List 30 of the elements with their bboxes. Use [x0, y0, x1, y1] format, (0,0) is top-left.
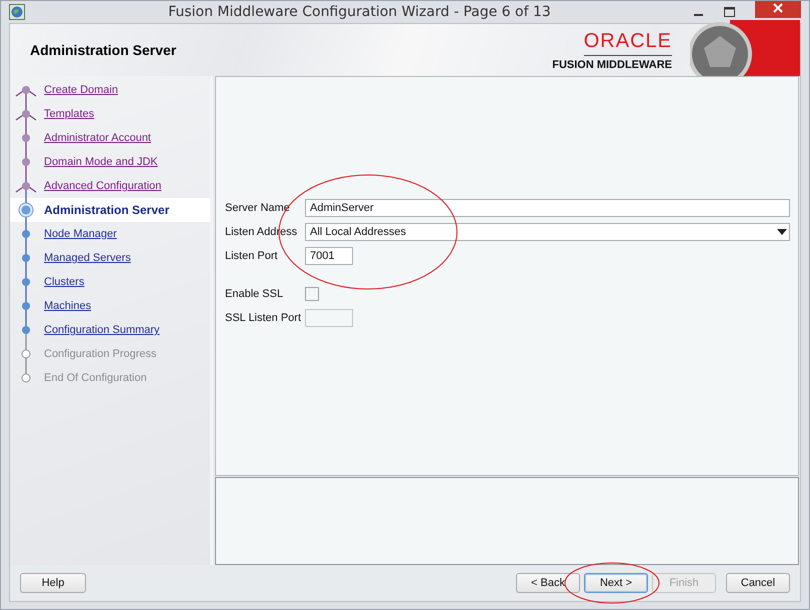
- step-link[interactable]: Node Manager: [44, 228, 117, 240]
- help-button[interactable]: Help: [20, 573, 86, 593]
- step-link[interactable]: Advanced Configuration: [44, 180, 162, 192]
- step-link[interactable]: Clusters: [44, 276, 84, 288]
- page-heading: Administration Server: [30, 42, 178, 58]
- logo-subtitle: FUSION MIDDLEWARE: [552, 58, 672, 70]
- maximize-icon[interactable]: [724, 7, 735, 17]
- wizard-button[interactable]: Next >: [584, 573, 648, 593]
- close-icon: [773, 3, 783, 13]
- step-link[interactable]: Administrator Account: [44, 132, 151, 144]
- field-label: SSL Listen Port: [225, 312, 302, 324]
- checkbox[interactable]: [305, 287, 319, 301]
- step-link[interactable]: Managed Servers: [44, 252, 131, 264]
- step-link[interactable]: Configuration Summary: [44, 324, 160, 336]
- step-link[interactable]: Create Domain: [44, 84, 118, 96]
- field-label: Listen Port: [225, 250, 279, 262]
- window-title: Fusion Middleware Configuration Wizard - Page 6 of 13: [167, 4, 552, 20]
- input-field[interactable]: AdminServer: [305, 199, 790, 217]
- logo-wordmark: ORACLE: [584, 30, 672, 56]
- dropdown-field[interactable]: All Local Addresses: [305, 223, 790, 241]
- close-button[interactable]: [755, 1, 801, 18]
- dropdown-arrow-icon: [777, 229, 787, 235]
- input-field[interactable]: 7001: [305, 247, 353, 265]
- wizard-button[interactable]: < Back: [516, 573, 580, 593]
- step-link[interactable]: Templates: [44, 108, 94, 120]
- field-label: Enable SSL: [225, 288, 284, 300]
- step-link[interactable]: Domain Mode and JDK: [44, 156, 158, 168]
- globe-icon: [9, 4, 25, 20]
- wizard-button[interactable]: Cancel: [726, 573, 790, 593]
- step-link[interactable]: Machines: [44, 300, 92, 312]
